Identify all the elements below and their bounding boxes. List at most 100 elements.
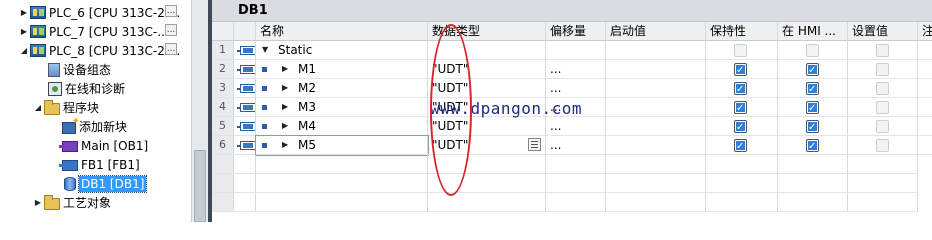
table-row[interactable]: 1 ▼ Static [212,41,932,60]
hmi-checkbox[interactable] [806,100,819,116]
col-setpoint[interactable]: 设置值 [848,22,918,41]
tree-item-db1[interactable]: DB1 [DB1] [0,174,191,193]
col-offset[interactable]: 偏移量 [546,22,606,41]
tree-item-add-new-block[interactable]: 添加新块 [0,116,191,136]
retain-checkbox[interactable] [734,100,747,116]
setpoint-checkbox[interactable] [876,139,889,152]
tag-icon [237,84,255,93]
retain-cell[interactable] [706,117,778,136]
hmi-cell[interactable] [778,79,848,98]
start-value-cell[interactable] [606,41,706,60]
retain-cell[interactable] [706,79,778,98]
setpoint-cell[interactable] [848,41,918,60]
scrollbar-thumb[interactable] [194,150,206,222]
comment-cell[interactable] [918,60,932,79]
setpoint-checkbox[interactable] [876,44,889,57]
setpoint-cell[interactable] [848,79,918,98]
member-bullet-icon [262,124,267,129]
setpoint-checkbox[interactable] [876,82,889,95]
retain-checkbox[interactable] [734,44,747,57]
comment-cell[interactable] [918,98,932,117]
hmi-cell[interactable] [778,98,848,117]
expand-arrow-icon[interactable]: ▶ [282,98,288,116]
setpoint-checkbox[interactable] [876,101,889,114]
expand-arrow-icon[interactable]: ▶ [18,27,30,36]
name-cell[interactable]: ▼ Static [256,41,428,60]
hmi-checkbox[interactable] [806,44,819,57]
col-name[interactable]: 名称 [256,22,428,41]
hmi-cell[interactable] [778,117,848,136]
name-cell[interactable]: ▶ M2 [256,79,428,98]
comment-cell[interactable] [918,117,932,136]
tree-item-program-blocks[interactable]: ◢ 程序块 [0,98,191,117]
tree-item-online-diagnostics[interactable]: 在线和诊断 [0,79,191,98]
retain-cell[interactable] [706,41,778,60]
expand-button[interactable]: ... [165,43,177,55]
tree-item-plc7[interactable]: ▶ PLC_7 [CPU 313C-... [0,22,191,41]
table-row[interactable]: 5 ▶ M4 "UDT" ... [212,117,932,136]
setpoint-cell[interactable] [848,98,918,117]
retain-checkbox[interactable] [734,62,747,78]
retain-checkbox[interactable] [734,81,747,97]
offset-cell: ... [546,136,606,155]
tree-item-main-ob1[interactable]: Main [OB1] [0,136,191,155]
expand-arrow-icon[interactable]: ▶ [282,136,288,154]
start-value-cell[interactable] [606,98,706,117]
hmi-checkbox[interactable] [806,62,819,78]
col-retain[interactable]: 保持性 [706,22,778,41]
hmi-cell[interactable] [778,136,848,155]
tree-item-technology-objects[interactable]: ▶ 工艺对象 [0,193,191,212]
collapse-arrow-icon[interactable]: ◢ [32,103,44,112]
retain-checkbox[interactable] [734,138,747,154]
tree-item-device-config[interactable]: 设备组态 [0,60,191,79]
row-name: Static [278,43,313,57]
retain-checkbox[interactable] [734,119,747,135]
start-value-cell[interactable] [606,136,706,155]
col-comment[interactable]: 注 [918,22,932,41]
retain-cell[interactable] [706,60,778,79]
expand-button[interactable]: ... [165,5,177,17]
tree-item-plc8[interactable]: ◢ PLC_8 [CPU 313C-2 ... [0,41,191,60]
comment-cell[interactable] [918,136,932,155]
expand-arrow-icon[interactable]: ▶ [32,198,44,207]
table-row[interactable]: 6 ▶ M5 "UDT" ... [212,135,932,156]
hmi-cell[interactable] [778,60,848,79]
offset-cell [546,41,606,60]
setpoint-checkbox[interactable] [876,63,889,76]
tree-item-fb1[interactable]: FB1 [FB1] [0,155,191,174]
folder-icon [44,194,60,210]
expand-arrow-icon[interactable]: ▶ [282,79,288,97]
comment-cell[interactable] [918,41,932,60]
name-cell[interactable]: ▶ M3 [256,98,428,117]
hmi-checkbox[interactable] [806,138,819,154]
hmi-checkbox[interactable] [806,81,819,97]
expand-arrow-icon[interactable]: ▶ [282,117,288,135]
col-hmi[interactable]: 在 HMI ... [778,22,848,41]
start-value-cell[interactable] [606,79,706,98]
expand-button[interactable]: ... [165,24,177,36]
setpoint-cell[interactable] [848,60,918,79]
setpoint-cell[interactable] [848,117,918,136]
collapse-arrow-icon[interactable]: ▼ [262,41,268,59]
name-cell[interactable]: ▶ M1 [256,60,428,79]
type-list-button[interactable] [528,138,541,151]
setpoint-checkbox[interactable] [876,120,889,133]
hmi-cell[interactable] [778,41,848,60]
expand-arrow-icon[interactable]: ▶ [282,60,288,78]
expand-arrow-icon[interactable]: ▶ [18,8,30,17]
name-cell[interactable]: ▶ M5 [255,135,429,156]
collapse-arrow-icon[interactable]: ◢ [18,46,30,55]
tree-item-plc6[interactable]: ▶ PLC_6 [CPU 313C-2 ... [0,3,191,22]
retain-cell[interactable] [706,136,778,155]
name-cell[interactable]: ▶ M4 [256,117,428,136]
setpoint-cell[interactable] [848,136,918,155]
table-row[interactable]: 3 ▶ M2 "UDT" ... [212,79,932,98]
comment-cell[interactable] [918,79,932,98]
start-value-cell[interactable] [606,60,706,79]
hmi-checkbox[interactable] [806,119,819,135]
tree-scrollbar[interactable] [191,0,208,222]
retain-cell[interactable] [706,98,778,117]
start-value-cell[interactable] [606,117,706,136]
col-start-value[interactable]: 启动值 [606,22,706,41]
table-row[interactable]: 2 ▶ M1 "UDT" ... [212,60,932,79]
